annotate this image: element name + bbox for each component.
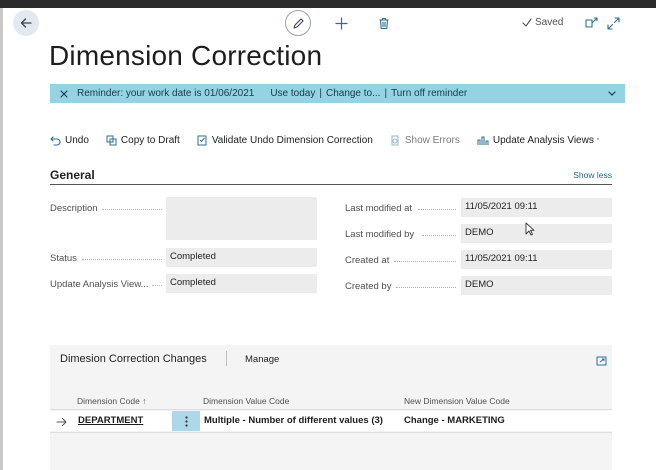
open-new-window-button[interactable] [584, 16, 598, 30]
close-icon [60, 89, 68, 98]
window-top-band [0, 0, 656, 8]
row-indicator-arrow [56, 414, 67, 432]
errors-icon [391, 135, 399, 145]
trash-icon [379, 17, 389, 29]
undo-action[interactable]: Undo [50, 135, 89, 146]
reminder-message: Reminder: your work date is 01/06/2021 [77, 88, 255, 99]
checkmark-icon [522, 18, 532, 27]
expand-icon [606, 16, 620, 30]
page-title: Dimension Correction [49, 40, 323, 71]
validate-icon [197, 135, 207, 145]
table-header-divider [50, 409, 612, 410]
new-button[interactable] [332, 14, 350, 32]
mouse-cursor-icon [525, 222, 535, 236]
column-header-new-dimension-value-code[interactable]: New Dimension Value Code [404, 396, 510, 406]
back-button[interactable] [13, 10, 39, 36]
table-row[interactable]: DEPARTMENT Multiple - Number of differen… [50, 411, 612, 431]
created-by-label: Created by [345, 281, 392, 292]
general-section-header: General Show less [50, 166, 612, 185]
changes-subpage-header: Dimesion Correction Changes Manage [50, 345, 612, 373]
dimension-value-code-cell: Multiple - Number of different values (3… [204, 415, 383, 426]
update-analysis-view-label: Update Analysis View... [50, 279, 149, 290]
field-leader-dots [82, 259, 162, 260]
turn-off-reminder-link[interactable]: Turn off reminder [391, 88, 467, 99]
last-modified-by-label: Last modified by [345, 229, 415, 240]
dismiss-reminder-button[interactable] [60, 89, 70, 98]
changes-subpage: Dimesion Correction Changes Manage Dimen… [50, 345, 612, 470]
undo-icon [50, 135, 61, 146]
copy-to-draft-label: Copy to Draft [120, 134, 180, 146]
expand-button[interactable] [606, 16, 620, 30]
update-analysis-views-label: Update Analysis Views [492, 134, 594, 146]
edit-button[interactable] [285, 10, 311, 36]
arrow-right-icon [56, 418, 67, 426]
reminder-separator: | [319, 88, 322, 99]
copy-icon [106, 135, 117, 145]
row-actions-button[interactable] [172, 411, 200, 431]
created-at-field: 11/05/2021 09:11 [461, 250, 612, 269]
reminder-bar: Reminder: your work date is 01/06/2021 U… [50, 84, 625, 103]
update-analysis-view-field: Completed [166, 274, 317, 293]
dimension-code-link[interactable]: DEPARTMENT [78, 415, 143, 426]
column-header-dimension-code[interactable]: Dimension Code ↑ [77, 396, 146, 406]
left-strip [0, 8, 3, 470]
saved-status: Saved [522, 17, 563, 28]
description-label: Description [50, 203, 98, 214]
use-today-link[interactable]: Use today [270, 88, 315, 99]
show-errors-label: Show Errors [404, 134, 460, 146]
pencil-icon [292, 17, 304, 29]
changes-subpage-title[interactable]: Dimesion Correction Changes [60, 353, 207, 365]
field-leader-dots [418, 209, 456, 210]
validate-undo-label: Validate Undo Dimension Correction [211, 134, 373, 146]
status-label: Status [50, 253, 77, 264]
created-at-label: Created at [345, 255, 390, 266]
column-header-dimension-value-code[interactable]: Dimension Value Code [203, 396, 289, 406]
new-dimension-value-code-cell: Change - MARKETING [404, 415, 505, 426]
field-leader-dots [422, 235, 456, 236]
last-modified-at-label: Last modified at [345, 203, 413, 214]
description-field[interactable] [166, 197, 317, 240]
last-modified-by-field: DEMO [461, 224, 612, 243]
action-bar: Undo Copy to Draft Validate Undo Dimensi… [50, 131, 611, 149]
more-actions-button[interactable]: ··· [586, 131, 601, 145]
open-in-new-icon [596, 356, 607, 366]
undo-label: Undo [65, 134, 89, 146]
general-section-title[interactable]: General [50, 168, 95, 182]
update-analysis-views-action[interactable]: Update Analysis Views [477, 135, 594, 146]
show-errors-action[interactable]: Show Errors [390, 135, 460, 146]
change-to-link[interactable]: Change to... [326, 88, 380, 99]
table-row-divider [50, 432, 612, 433]
show-less-link[interactable]: Show less [573, 170, 612, 180]
header-divider [226, 351, 227, 366]
reminder-separator: | [384, 88, 388, 99]
analysis-icon [477, 136, 489, 145]
field-leader-dots [394, 261, 456, 262]
open-new-window-icon [584, 17, 598, 28]
saved-label: Saved [535, 17, 564, 28]
created-by-field: DEMO [461, 276, 612, 295]
field-leader-dots [396, 287, 456, 288]
delete-button[interactable] [375, 14, 393, 32]
plus-icon [334, 16, 348, 30]
reminder-collapse-button[interactable] [608, 89, 616, 100]
status-field: Completed [166, 248, 317, 267]
field-leader-dots [152, 285, 162, 286]
chevron-down-icon [608, 91, 616, 96]
last-modified-at-field: 11/05/2021 09:11 [461, 198, 612, 217]
copy-to-draft-action[interactable]: Copy to Draft [106, 135, 180, 146]
manage-menu[interactable]: Manage [245, 354, 279, 365]
arrow-left-icon [20, 18, 32, 28]
open-in-new-button[interactable] [596, 353, 607, 371]
field-leader-dots [102, 209, 162, 210]
validate-undo-action[interactable]: Validate Undo Dimension Correction [197, 135, 373, 146]
vertical-ellipsis-icon [184, 415, 188, 427]
